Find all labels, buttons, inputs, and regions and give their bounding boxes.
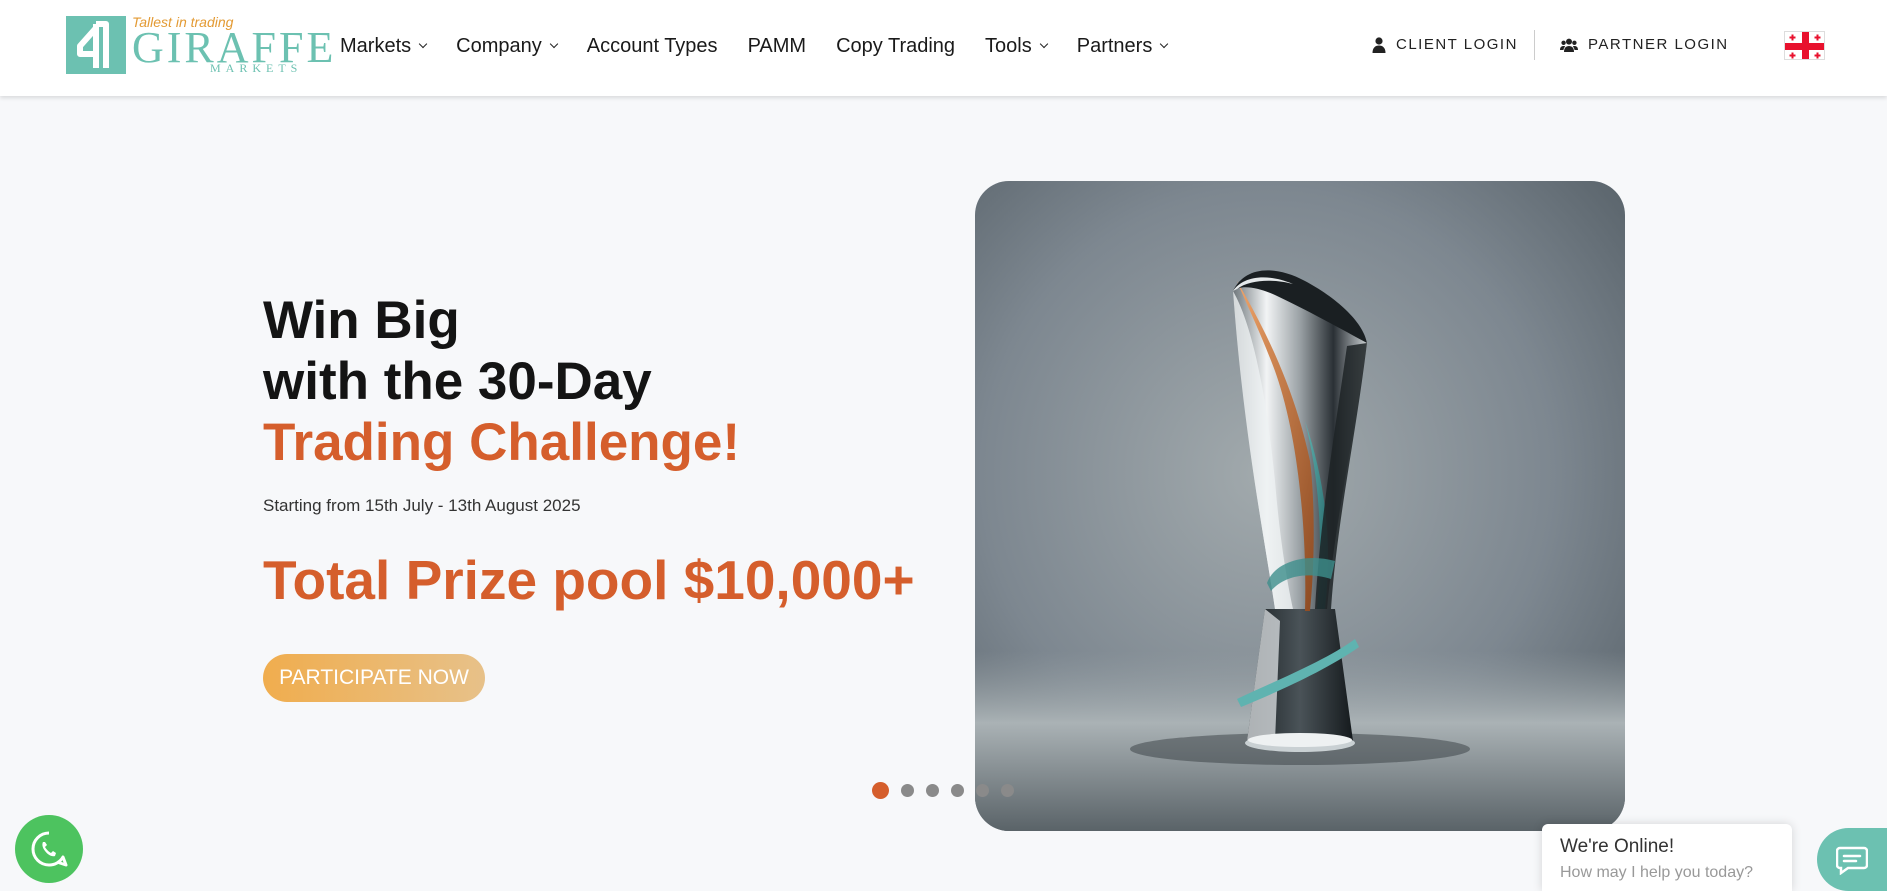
chevron-down-icon [549,39,558,49]
whatsapp-icon [31,831,68,867]
carousel-dot-1[interactable] [872,782,889,799]
prize-pool-heading: Total Prize pool $10,000+ [263,549,915,611]
partner-login-button[interactable]: PARTNER LOGIN [1560,36,1729,53]
hero-title-line-2: with the 30-Day [263,352,652,411]
whatsapp-button[interactable] [15,815,83,883]
logo-subtitle: MARKETS [210,61,303,75]
hero-title: Win Big with the 30-Day Trading Challeng… [263,290,740,473]
hero-title-line-1: Win Big [263,291,460,350]
georgia-flag-icon[interactable] [1784,31,1825,60]
carousel-dot-5[interactable] [976,784,989,797]
main-nav: Markets Company Account Types PAMM Copy … [340,30,1197,62]
client-login-label: CLIENT LOGIN [1396,36,1518,53]
carousel-dot-4[interactable] [951,784,964,797]
carousel-dot-6[interactable] [1001,784,1014,797]
trophy-hero-image [975,181,1625,831]
giraffe-logo-icon [66,16,126,74]
hero-title-line-3: Trading Challenge! [263,413,741,472]
nav-item-copy-trading[interactable]: Copy Trading [836,35,955,58]
site-header: Tallest in trading GIRAFFE MARKETS Marke… [0,0,1887,96]
carousel-dots [872,782,1026,799]
nav-item-partners[interactable]: Partners [1077,35,1169,58]
chevron-down-icon [1160,39,1169,49]
carousel-dot-2[interactable] [901,784,914,797]
participate-now-button[interactable]: PARTICIPATE NOW [263,654,485,702]
nav-item-tools[interactable]: Tools [985,35,1048,58]
chat-popup-subtitle: How may I help you today? [1560,864,1753,881]
giraffe-markets-logo[interactable]: Tallest in trading GIRAFFE MARKETS [66,14,333,76]
chat-popup-title: We're Online! [1560,836,1675,857]
challenge-dates: Starting from 15th July - 13th August 20… [263,496,581,515]
chat-open-button[interactable] [1817,828,1887,891]
chevron-down-icon [1039,39,1048,49]
nav-item-markets[interactable]: Markets [340,35,428,58]
carousel-dot-3[interactable] [926,784,939,797]
nav-item-pamm[interactable]: PAMM [748,35,807,58]
chat-popup[interactable]: We're Online! How may I help you today? [1542,824,1792,891]
partner-login-label: PARTNER LOGIN [1588,36,1729,53]
users-icon [1560,38,1578,52]
client-login-button[interactable]: CLIENT LOGIN [1372,36,1518,53]
chevron-down-icon [418,39,428,49]
chat-bubble-icon [1836,846,1868,875]
header-divider [1534,30,1535,60]
user-icon [1372,36,1386,53]
nav-item-account-types[interactable]: Account Types [587,35,718,58]
nav-item-company[interactable]: Company [456,35,558,58]
